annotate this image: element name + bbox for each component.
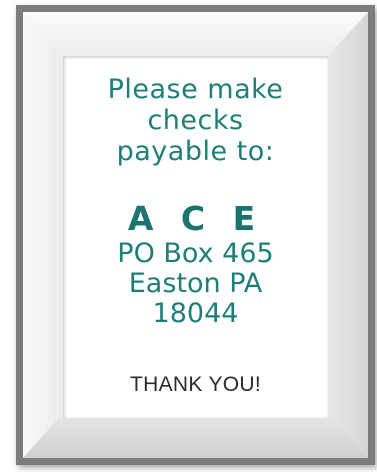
- instruction-line: checks: [147, 105, 244, 136]
- mailing-address: PO Box 465 Easton PA 18044: [117, 239, 273, 329]
- frame-mat: Please make checks payable to: A C E PO …: [23, 12, 368, 458]
- mat-bevel-top: [23, 12, 368, 56]
- payee-name: A C E: [127, 199, 264, 238]
- address-line: PO Box 465: [117, 238, 274, 269]
- thank-you-text: THANK YOU!: [130, 373, 261, 396]
- instruction-line: Please make: [107, 74, 284, 105]
- address-line: Easton PA: [128, 268, 263, 299]
- mat-bevel-right: [328, 12, 368, 458]
- picture-frame-image: Please make checks payable to: A C E PO …: [0, 0, 377, 472]
- instruction-line: payable to:: [116, 136, 275, 167]
- frame-border: Please make checks payable to: A C E PO …: [16, 5, 375, 465]
- payment-instruction: Please make checks payable to:: [108, 74, 284, 167]
- mat-bevel-bottom: [23, 418, 368, 458]
- mat-bevel-left: [23, 12, 63, 458]
- framed-notice: Please make checks payable to: A C E PO …: [63, 56, 328, 418]
- address-line: 18044: [152, 298, 239, 329]
